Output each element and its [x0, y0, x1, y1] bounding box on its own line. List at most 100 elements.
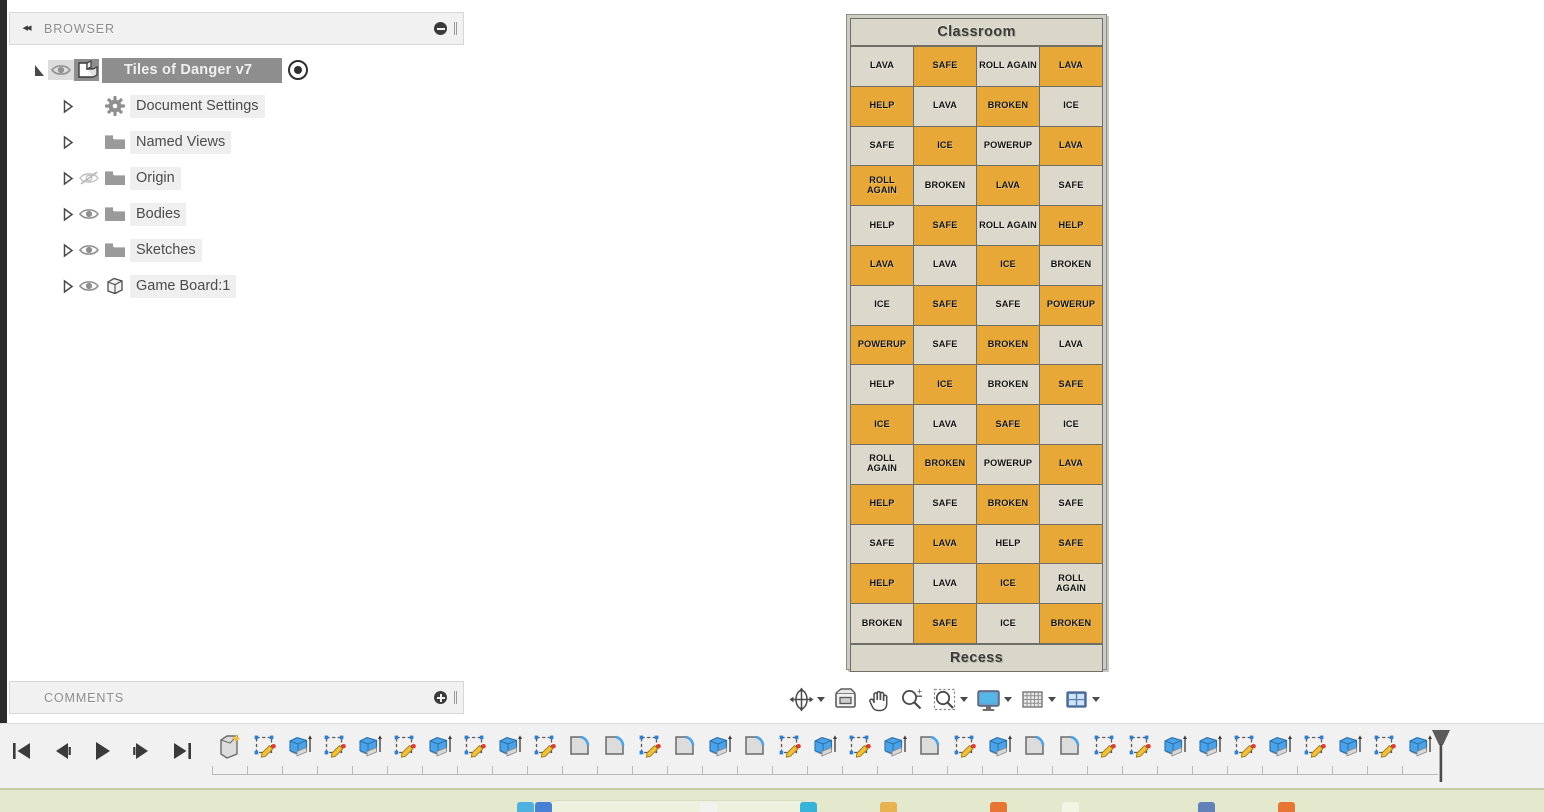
chevron-down-icon[interactable]: [1002, 684, 1013, 714]
board-tile[interactable]: SAFE: [977, 285, 1040, 326]
timeline-feature-node[interactable]: [282, 732, 318, 778]
browser-tree-row[interactable]: Game Board:1: [9, 268, 464, 304]
taskbar-search-pill[interactable]: [542, 800, 814, 812]
extrude-icon[interactable]: [286, 732, 314, 762]
extrude-icon[interactable]: [496, 732, 524, 762]
board-tile[interactable]: LAVA: [914, 564, 977, 605]
collapsed-triangle-icon[interactable]: [59, 242, 76, 259]
browser-tree-row[interactable]: Sketches: [9, 232, 464, 268]
fillet-icon[interactable]: [916, 732, 944, 762]
board-tile[interactable]: LAVA: [851, 245, 914, 286]
board-tile[interactable]: SAFE: [977, 405, 1040, 445]
fillet-icon[interactable]: [671, 732, 699, 762]
timeline-feature-node[interactable]: [562, 732, 598, 778]
timeline-feature-node[interactable]: [1192, 732, 1228, 778]
orbit-icon[interactable]: [788, 686, 815, 713]
board-tile[interactable]: BROKEN: [851, 604, 914, 644]
board-tile[interactable]: BROKEN: [1040, 245, 1103, 286]
board-tile[interactable]: LAVA: [851, 47, 914, 87]
board-tile[interactable]: HELP: [851, 86, 914, 127]
board-tile[interactable]: SAFE: [1040, 166, 1103, 207]
taskbar-icon-4[interactable]: [800, 802, 817, 812]
timeline-feature-node[interactable]: [1332, 732, 1368, 778]
board-tile[interactable]: SAFE: [851, 126, 914, 167]
browser-tree-row[interactable]: Named Views: [9, 124, 464, 160]
orbit-button[interactable]: [786, 684, 828, 714]
timeline-feature-node[interactable]: [387, 732, 423, 778]
board-tile[interactable]: ICE: [851, 405, 914, 445]
game-board-model[interactable]: Classroom LAVA SAFE ROLL AGAIN LAVA HELP LAVA…: [846, 14, 1107, 672]
plus-circle-icon[interactable]: [434, 691, 447, 704]
double-left-arrow-icon[interactable]: ◂◂: [18, 22, 34, 36]
timeline-feature-node[interactable]: [1122, 732, 1158, 778]
eye-visible-icon[interactable]: [76, 204, 102, 224]
comments-panel-header[interactable]: ◂◂ COMMENTS: [9, 681, 464, 714]
board-tile[interactable]: LAVA: [914, 524, 977, 565]
look-at-button[interactable]: [830, 684, 861, 714]
jump-to-beginning-button[interactable]: [9, 738, 35, 764]
board-tile[interactable]: BROKEN: [914, 444, 977, 485]
taskbar-icon-2[interactable]: [535, 802, 552, 812]
fillet-icon[interactable]: [601, 732, 629, 762]
play-button[interactable]: [89, 738, 115, 764]
board-tile[interactable]: ROLL AGAIN: [851, 444, 914, 485]
board-tile[interactable]: SAFE: [914, 604, 977, 644]
timeline-feature-node[interactable]: [667, 732, 703, 778]
sketch-icon[interactable]: [846, 732, 874, 762]
new-component-icon[interactable]: [216, 732, 244, 762]
extrude-icon[interactable]: [881, 732, 909, 762]
eye-visible-icon[interactable]: [76, 240, 102, 260]
step-backward-button[interactable]: [49, 738, 75, 764]
eye-visible-icon[interactable]: [76, 276, 102, 296]
expanded-triangle-icon[interactable]: [31, 62, 48, 79]
chevron-down-icon[interactable]: [1046, 684, 1057, 714]
collapsed-triangle-icon[interactable]: [59, 98, 76, 115]
timeline-feature-node[interactable]: [982, 732, 1018, 778]
sketch-icon[interactable]: [636, 732, 664, 762]
board-tile[interactable]: HELP: [977, 524, 1040, 565]
extrude-icon[interactable]: [706, 732, 734, 762]
timeline-feature-node[interactable]: [1157, 732, 1193, 778]
board-tile[interactable]: ICE: [977, 245, 1040, 286]
extrude-icon[interactable]: [986, 732, 1014, 762]
sketch-icon[interactable]: [776, 732, 804, 762]
board-tile[interactable]: ROLL AGAIN: [1040, 564, 1103, 605]
timeline-feature-node[interactable]: [422, 732, 458, 778]
board-tile[interactable]: BROKEN: [977, 86, 1040, 127]
board-tile[interactable]: ICE: [977, 564, 1040, 605]
sketch-icon[interactable]: [391, 732, 419, 762]
display-settings-monitor-button[interactable]: [973, 684, 1015, 714]
timeline-feature-node[interactable]: [247, 732, 283, 778]
viewports-button[interactable]: [1061, 684, 1103, 714]
timeline-feature-node[interactable]: [702, 732, 738, 778]
sketch-icon[interactable]: [461, 732, 489, 762]
board-tile[interactable]: LAVA: [977, 166, 1040, 207]
minus-circle-icon[interactable]: [434, 22, 447, 35]
board-tile[interactable]: POWERUP: [1040, 285, 1103, 326]
chevron-down-icon[interactable]: [815, 684, 826, 714]
fillet-icon[interactable]: [1056, 732, 1084, 762]
board-tile[interactable]: SAFE: [1040, 524, 1103, 565]
taskbar-icon-9[interactable]: [1278, 802, 1295, 812]
board-tile[interactable]: ROLL AGAIN: [977, 47, 1040, 87]
taskbar-icon-3[interactable]: [700, 802, 717, 812]
drag-grip-icon[interactable]: [454, 691, 457, 704]
board-tile[interactable]: ICE: [977, 604, 1040, 644]
board-tile[interactable]: LAVA: [1040, 325, 1103, 366]
board-tile[interactable]: ICE: [914, 365, 977, 406]
board-tile[interactable]: ICE: [851, 285, 914, 326]
board-tile[interactable]: BROKEN: [977, 365, 1040, 406]
browser-tree-row[interactable]: Origin: [9, 160, 464, 196]
timeline-feature-node[interactable]: [597, 732, 633, 778]
timeline-feature-node[interactable]: [1052, 732, 1088, 778]
activate-component-radio[interactable]: [288, 60, 309, 80]
timeline-feature-node[interactable]: [1297, 732, 1333, 778]
timeline-feature-node[interactable]: [1262, 732, 1298, 778]
board-tile[interactable]: HELP: [851, 564, 914, 605]
zoom-window-button[interactable]: [929, 684, 971, 714]
board-tile[interactable]: SAFE: [914, 484, 977, 525]
eye-hidden-icon[interactable]: [76, 168, 102, 188]
timeline-feature-node[interactable]: [772, 732, 808, 778]
timeline-feature-node[interactable]: [527, 732, 563, 778]
timeline-end-marker-icon[interactable]: [1430, 728, 1452, 782]
